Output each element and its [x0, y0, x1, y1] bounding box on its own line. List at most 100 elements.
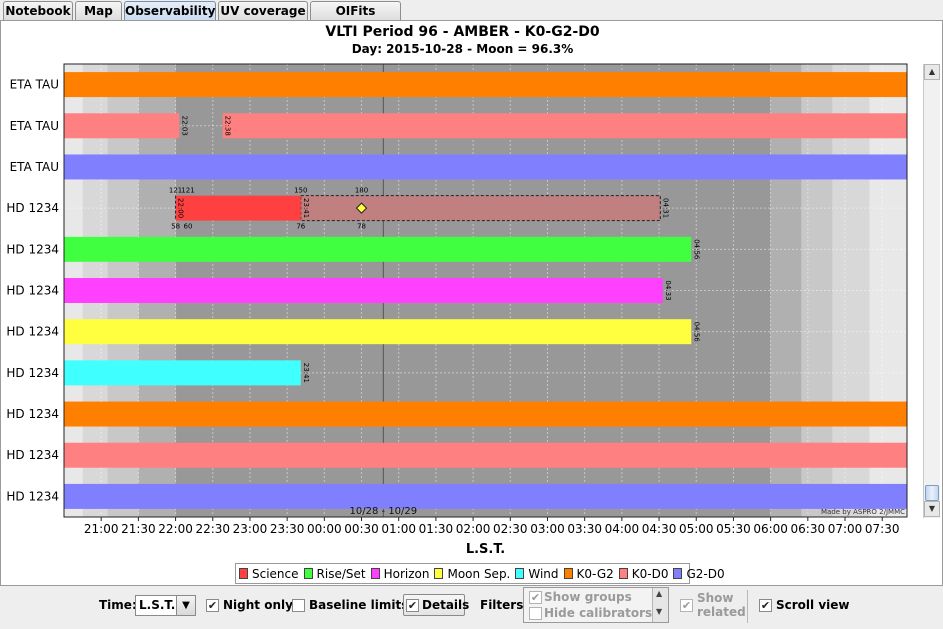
show-related-checkbox[interactable]: ✔: [680, 599, 693, 612]
hide-calibrators-checkbox[interactable]: [529, 607, 542, 620]
legend-label: K0-D0: [631, 566, 669, 581]
legend-label: Science: [252, 566, 299, 581]
x-tick-label: 05:00: [679, 522, 714, 536]
legend-label: Moon Sep.: [447, 566, 511, 581]
time-select-value: L.S.T.: [139, 598, 176, 612]
row-label: HD 1234: [6, 242, 59, 256]
elevation-label: 150: [294, 187, 307, 195]
elevation-label: 121: [181, 187, 194, 195]
legend-item: Wind: [515, 567, 559, 581]
observability-bar: [64, 319, 692, 345]
scroll-down-icon[interactable]: ▼: [656, 607, 662, 616]
time-select[interactable]: L.S.T. ▼: [135, 595, 196, 616]
x-tick-label: 07:00: [828, 522, 863, 536]
vertical-scrollbar[interactable]: ▲ ▼: [923, 64, 940, 518]
observability-bar: [222, 113, 907, 139]
elevation-label: 121: [169, 187, 182, 195]
observability-bar: [64, 360, 301, 386]
show-groups-label: Show groups: [544, 590, 632, 604]
time-mark-label: 22:38: [224, 116, 232, 136]
x-tick-label: 23:30: [270, 522, 305, 536]
chevron-down-icon[interactable]: ▼: [176, 596, 195, 615]
legend-swatch: [303, 568, 313, 579]
observability-bar: [64, 72, 907, 98]
x-tick-label: 02:30: [493, 522, 528, 536]
elevation-label: 78: [357, 223, 366, 231]
time-mark-label: 04:56: [692, 239, 700, 260]
row-label: ETA TAU: [10, 119, 59, 133]
observability-bar: [175, 195, 301, 221]
observability-bar: [64, 113, 180, 139]
x-tick-label: 03:30: [567, 522, 602, 536]
legend-swatch: [515, 568, 525, 579]
x-tick-label: 22:00: [158, 522, 193, 536]
legend-swatch: [434, 568, 444, 579]
scroll-down-button[interactable]: ▼: [924, 501, 940, 517]
scroll-thumb[interactable]: [925, 485, 939, 501]
x-tick-label: 06:30: [791, 522, 826, 536]
watermark: Made by ASPRO 2/JMMC: [821, 508, 905, 516]
baseline-limits-checkbox[interactable]: [292, 599, 305, 612]
time-mark-label: 04:31: [661, 198, 669, 218]
elevation-label: 76: [296, 223, 305, 231]
row-label: ETA TAU: [10, 78, 59, 92]
legend-item: Rise/Set: [303, 566, 366, 581]
x-tick-label: 21:00: [84, 522, 119, 536]
legend-swatch: [239, 568, 248, 579]
observability-bar: [64, 401, 907, 427]
scroll-view-label: Scroll view: [776, 598, 850, 612]
x-tick-label: 01:30: [419, 522, 454, 536]
row-label: HD 1234: [6, 325, 59, 339]
x-tick-label: 22:30: [195, 522, 230, 536]
elevation-label: 180: [355, 187, 368, 195]
scroll-view-checkbox[interactable]: ✔: [759, 599, 772, 612]
legend-item: K0-G2: [563, 566, 614, 581]
elevation-label: 58: [171, 223, 180, 231]
show-related-label-line2: related: [697, 605, 746, 619]
night-only-checkbox[interactable]: ✔: [206, 599, 219, 612]
time-mark-label: 22:03: [180, 116, 188, 136]
legend-swatch: [370, 568, 380, 579]
time-mark-label: 04:56: [692, 322, 700, 343]
scroll-up-icon[interactable]: ▲: [656, 589, 662, 598]
details-checkbox[interactable]: ✔: [406, 599, 419, 612]
observability-bar: [64, 236, 692, 262]
transit-bar: [300, 195, 661, 222]
legend-swatch: [618, 568, 628, 579]
legend-item: Science: [239, 567, 299, 581]
row-label: HD 1234: [6, 489, 59, 503]
x-tick-label: 01:00: [381, 522, 416, 536]
time-mark-label: 04:33: [664, 280, 672, 300]
x-tick-label: 04:00: [605, 522, 640, 536]
row-label: HD 1234: [6, 284, 59, 298]
elevation-label: 60: [184, 223, 193, 231]
observability-bar: [64, 154, 907, 180]
legend-label: Rise/Set: [316, 566, 366, 581]
observability-bar: [64, 442, 907, 468]
time-mark-label: 22:00: [177, 198, 185, 218]
show-related-label-line1: Show: [697, 591, 734, 605]
scroll-up-button[interactable]: ▲: [924, 64, 940, 80]
x-tick-label: 07:30: [865, 522, 900, 536]
x-axis-label: L.S.T.: [466, 542, 505, 557]
filters-list[interactable]: ✔ Show groups Hide calibrators ▲ ▼: [523, 587, 669, 623]
row-label: HD 1234: [6, 366, 59, 380]
legend-swatch: [673, 568, 683, 579]
x-tick-label: 21:30: [121, 522, 156, 536]
legend-label: K0-G2: [576, 566, 614, 581]
x-tick-label: 03:00: [530, 522, 565, 536]
baseline-limits-label: Baseline limits: [309, 598, 409, 612]
legend-item: Horizon: [370, 567, 429, 581]
x-tick-label: 05:30: [716, 522, 751, 536]
filters-scrollbar[interactable]: ▲ ▼: [652, 588, 668, 622]
x-tick-label: 06:00: [753, 522, 788, 536]
x-tick-label: 00:30: [344, 522, 379, 536]
x-tick-label: 04:30: [642, 522, 677, 536]
time-label: Time:: [99, 598, 137, 612]
x-tick-label: 23:00: [233, 522, 268, 536]
x-tick-label: 00:00: [307, 522, 342, 536]
row-label: ETA TAU: [10, 160, 59, 174]
legend-item: K0-D0: [618, 566, 669, 581]
show-groups-checkbox[interactable]: ✔: [529, 591, 542, 604]
row-label: HD 1234: [6, 407, 59, 421]
